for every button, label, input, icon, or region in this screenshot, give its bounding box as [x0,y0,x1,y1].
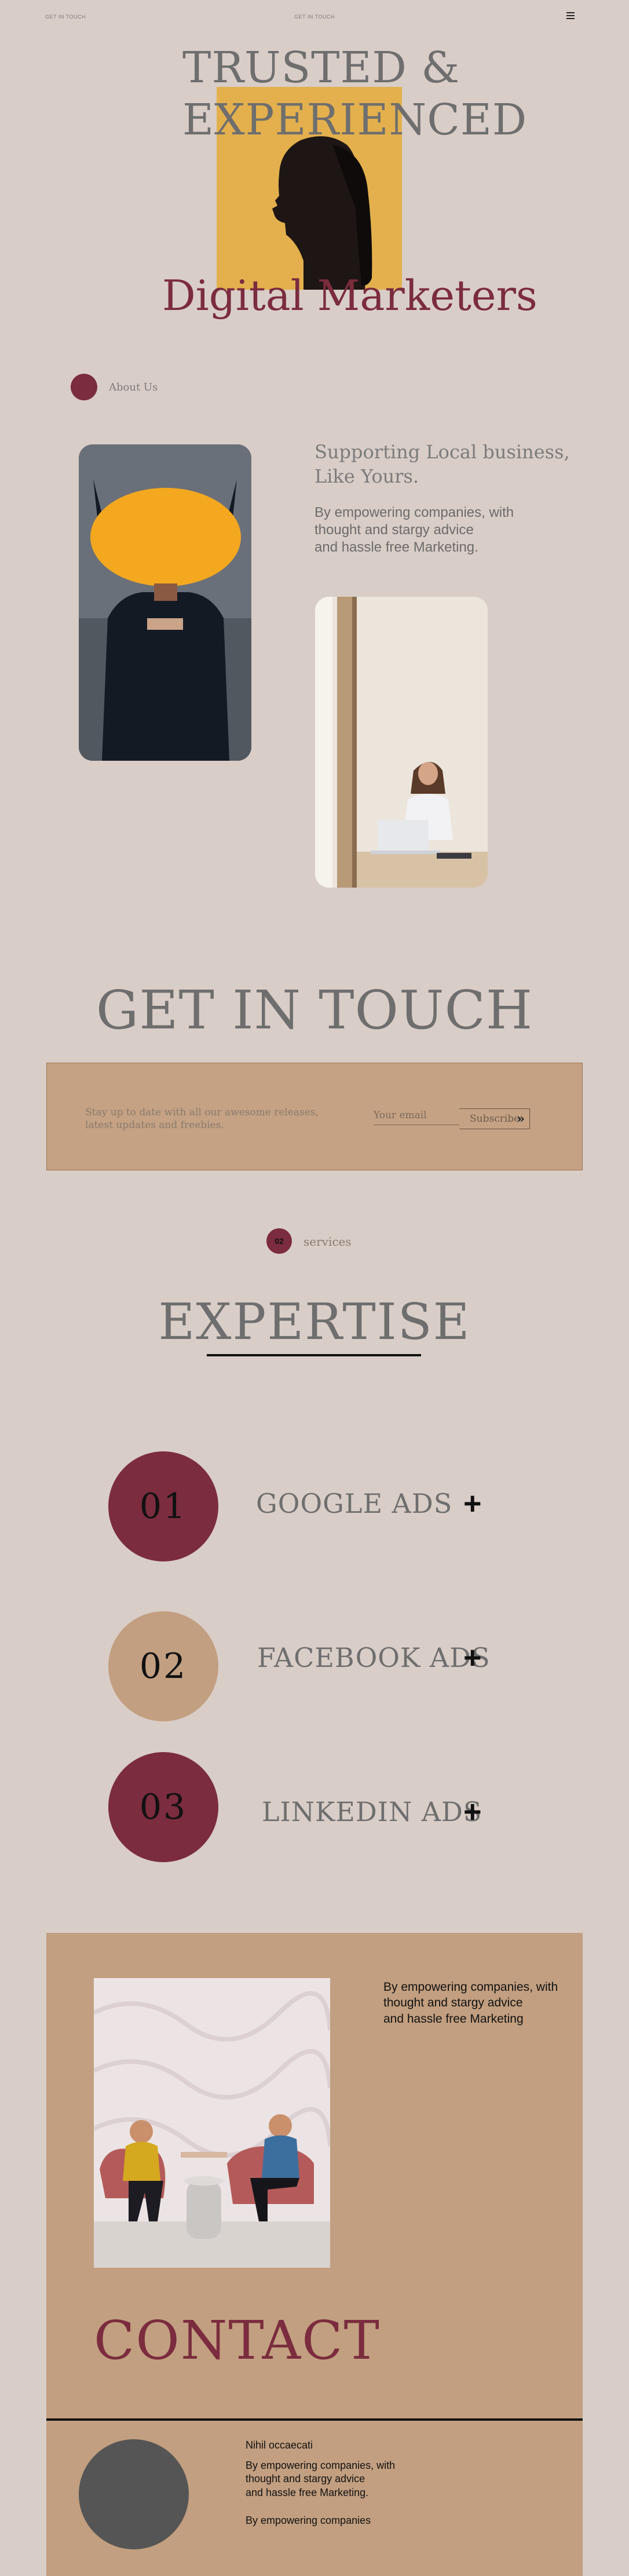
about-bullet-dot [71,374,97,400]
contact-text-line1: By empowering companies, with [383,1980,558,1994]
subscribe-button[interactable]: Subscribe » [459,1108,530,1129]
contact-person-name: Nihil occaecati [246,2439,313,2451]
contact-bio-extra: By empowering companies [246,2515,371,2526]
about-text-line1: By empowering companies, with [314,505,514,520]
service-name-google-ads[interactable]: GOOGLE ADS [256,1488,452,1519]
contact-bio-line2: thought and stargy advice [246,2473,365,2485]
expand-facebook-ads-plus-icon[interactable]: + [463,1642,482,1673]
about-image-yellow-balloon [79,444,251,761]
expertise-underline [207,1354,421,1356]
service-number-circle-3: 03 [108,1752,218,1862]
topbar-link-left[interactable]: GET IN TOUCH [45,14,86,20]
email-input[interactable] [374,1110,459,1125]
hero-subtitle: Digital Marketers [162,271,537,320]
service-name-facebook-ads[interactable]: FACEBOOK ADS [257,1642,491,1673]
contact-intro-text: By empowering companies, with thought an… [383,1979,558,2027]
service-number-circle-2: 02 [108,1611,218,1721]
newsletter-text: Stay up to date with all our awesome rel… [85,1106,319,1132]
contact-bio: By empowering companies, with thought an… [246,2459,395,2500]
double-chevron-right-icon: » [517,1111,525,1126]
service-name-linkedin-ads[interactable]: LINKEDIN ADS [262,1796,482,1827]
about-heading: Supporting Local business, Like Yours. [314,440,570,488]
avatar [79,2439,189,2549]
contact-bio-line1: By empowering companies, with [246,2460,396,2471]
about-heading-line1: Supporting Local business, [314,441,570,463]
topbar-link-center[interactable]: GET IN TOUCH [294,14,335,20]
get-in-touch-title: GET IN TOUCH [96,979,533,1041]
expertise-title: EXPERTISE [158,1293,471,1351]
contact-image-two-women-meeting [94,1978,330,2268]
contact-bio-line3: and hassle free Marketing. [246,2486,369,2498]
service-number-circle-1: 01 [108,1451,218,1561]
hamburger-menu-icon[interactable] [566,12,575,19]
about-heading-line2: Like Yours. [314,465,419,487]
hero-title-line2: EXPERIENCED [182,95,528,145]
about-label: About Us [109,381,158,393]
services-badge: 02 [266,1228,292,1254]
expand-google-ads-plus-icon[interactable]: + [463,1488,482,1519]
newsletter-text-line2: latest updates and freebies. [85,1119,224,1132]
contact-section: By empowering companies, with thought an… [46,1933,583,2576]
contact-text-line3: and hassle free Marketing [383,2012,524,2026]
about-image-woman-laptop [315,597,488,888]
about-text: By empowering companies, with thought an… [314,504,514,556]
hero-title-line1: TRUSTED & [182,43,460,93]
newsletter-text-line1: Stay up to date with all our awesome rel… [85,1107,319,1118]
services-label: services [303,1235,352,1249]
contact-text-line2: thought and stargy advice [383,1996,523,2010]
about-text-line2: thought and stargy advice [314,522,474,538]
contact-title: CONTACT [94,2309,381,2371]
about-text-line3: and hassle free Marketing. [314,539,478,555]
newsletter-box: Stay up to date with all our awesome rel… [46,1063,583,1170]
subscribe-label: Subscribe [470,1113,520,1125]
expand-linkedin-ads-plus-icon[interactable]: + [463,1796,482,1827]
contact-divider [46,2418,583,2421]
